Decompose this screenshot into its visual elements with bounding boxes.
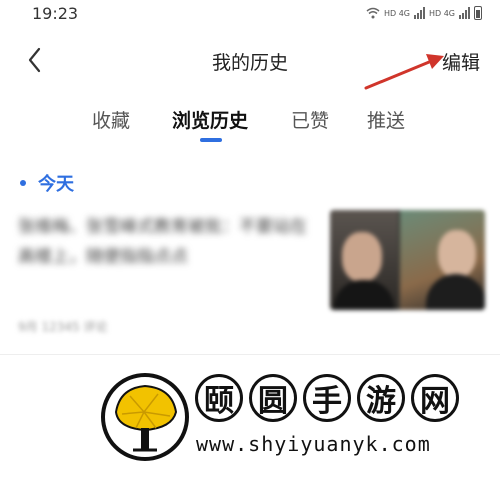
watermark-url: www.shyiyuanyk.com [196,432,431,456]
section-header-today: 今天 [20,170,74,196]
tab-liked[interactable]: 已赞 [291,106,329,133]
tab-bar: 收藏 浏览历史 已赞 推送 [0,106,500,146]
divider [0,354,500,355]
section-label: 今天 [38,174,74,195]
tab-push[interactable]: 推送 [367,106,405,133]
section-dot [20,180,26,186]
tab-active-indicator [200,138,222,142]
status-time: 19:23 [32,3,79,23]
battery-icon [474,6,482,20]
edit-button[interactable]: 编辑 [442,48,480,75]
watermark-char: 颐 [195,374,243,422]
history-item-title: 张维梅、张雪峰式教育被批：不要站在高楼上，随便指指点点 [18,217,307,267]
watermark-characters: 颐 圆 手 游 网 [195,374,459,422]
thumbnail-face-left [342,232,382,282]
tab-browse-history[interactable]: 浏览历史 [172,106,248,133]
thumbnail-face-right [438,230,476,278]
signal-icon [459,7,470,19]
status-icons: HD 4G HD 4G [366,6,482,20]
wifi-icon [366,7,380,19]
tree-logo-icon [101,373,189,461]
status-bar: 19:23 HD 4G HD 4G [0,0,500,26]
page-title: 我的历史 [211,52,288,74]
history-item-thumbnail [330,210,485,310]
watermark-char: 圆 [249,374,297,422]
watermark-char: 手 [303,374,351,422]
history-list-item[interactable]: 张维梅、张雪峰式教育被批：不要站在高楼上，随便指指点点 9月 12345 评论 [0,200,500,350]
watermark-char: 游 [357,374,405,422]
nav-bar: 我的历史 编辑 [0,38,500,82]
network-label-2: HD 4G [428,8,455,18]
tab-favorites[interactable]: 收藏 [92,106,130,133]
watermark-char: 网 [411,374,459,422]
signal-icon [413,7,425,19]
network-label-1: HD 4G [383,8,410,18]
watermark: 颐 圆 手 游 网 www.shyiyuanyk.com [100,372,470,462]
history-item-meta: 9月 12345 评论 [18,320,108,334]
